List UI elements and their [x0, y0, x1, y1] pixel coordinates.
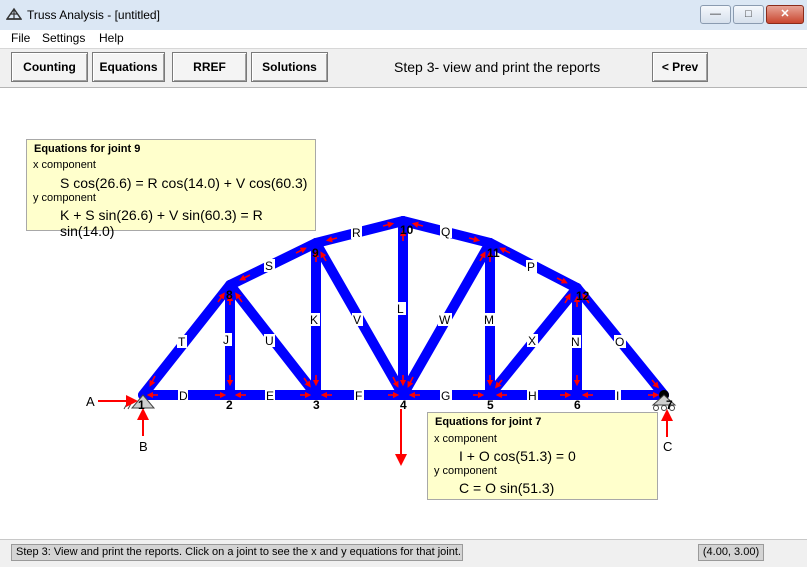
member-label-l: L [397, 302, 404, 316]
joint-label-10[interactable]: 10 [400, 223, 414, 237]
eq9-y-equation: K + S sin(26.6) + V sin(60.3) = R sin(14… [60, 207, 263, 239]
joint-label-3[interactable]: 3 [313, 398, 320, 412]
joint-label-8[interactable]: 8 [226, 288, 233, 302]
equations-button[interactable]: Equations [92, 52, 165, 82]
status-bar: Step 3: View and print the reports. Clic… [0, 539, 807, 567]
member-label-i: I [616, 389, 619, 403]
member-label-w: W [439, 313, 451, 327]
member-label-s: S [265, 259, 273, 273]
minimize-button[interactable]: — [700, 5, 731, 24]
eq7-x-label: x component [434, 433, 497, 445]
member-label-o: O [615, 335, 624, 349]
member-label-d: D [179, 389, 188, 403]
joint-label-5[interactable]: 5 [487, 398, 494, 412]
member-label-x: X [528, 334, 536, 348]
member-label-j: J [223, 333, 229, 347]
member-label-f: F [355, 389, 362, 403]
eq7-x-equation: I + O cos(51.3) = 0 [459, 448, 576, 464]
equations-box-joint-7: Equations for joint 7 x component I + O … [427, 412, 658, 500]
eq7-y-label: y component [434, 465, 497, 477]
member-label-r: R [352, 226, 361, 240]
eq9-x-equation: S cos(26.6) = R cos(14.0) + V cos(60.3) [60, 175, 308, 191]
member-label-v: V [353, 313, 361, 327]
status-message: Step 3: View and print the reports. Clic… [11, 544, 463, 561]
member-label-p: P [527, 260, 535, 274]
toolbar: Counting Equations RREF Solutions Step 3… [0, 48, 807, 88]
rref-button[interactable]: RREF [172, 52, 247, 82]
member-label-k: K [310, 313, 318, 327]
joint-label-7[interactable]: 7 [666, 398, 673, 412]
joint-label-9[interactable]: 9 [312, 246, 319, 260]
force-label-a: A [86, 394, 95, 409]
close-button[interactable]: ✕ [766, 5, 804, 24]
step-label: Step 3- view and print the reports [394, 59, 601, 75]
member-label-h: H [528, 389, 537, 403]
menu-bar: File Settings Help [0, 30, 807, 48]
equations-box-joint-9: Equations for joint 9 x component S cos(… [26, 139, 316, 239]
eq9-title: Equations for joint 9 [34, 143, 141, 155]
maximize-button[interactable]: □ [733, 5, 764, 24]
truss-canvas[interactable]: D E F G H I T J U S K V R L Q W M P X N … [4, 88, 803, 537]
joint-label-6[interactable]: 6 [574, 398, 581, 412]
force-label-c: C [663, 439, 672, 454]
eq9-y-label: y component [33, 192, 96, 204]
joint-label-1[interactable]: 1 [138, 398, 145, 412]
member-label-m: M [484, 313, 494, 327]
menu-file[interactable]: File [11, 31, 30, 45]
app-truss-icon [6, 7, 22, 20]
joint-label-2[interactable]: 2 [226, 398, 233, 412]
joint-label-11[interactable]: 11 [487, 246, 500, 260]
member-label-g: G [441, 389, 450, 403]
member-label-u: U [265, 334, 274, 348]
eq7-title: Equations for joint 7 [435, 416, 542, 428]
window-title: Truss Analysis - [untitled] [27, 8, 160, 22]
menu-settings[interactable]: Settings [42, 31, 85, 45]
eq9-x-label: x component [33, 159, 96, 171]
member-label-t: T [178, 335, 186, 349]
menu-help[interactable]: Help [99, 31, 124, 45]
member-label-e: E [266, 389, 274, 403]
joint-label-4[interactable]: 4 [400, 398, 407, 412]
counting-button[interactable]: Counting [11, 52, 88, 82]
joint-label-12[interactable]: 12 [576, 289, 590, 303]
status-coordinates: (4.00, 3.00) [698, 544, 764, 561]
solutions-button[interactable]: Solutions [251, 52, 328, 82]
force-label-b: B [139, 439, 148, 454]
prev-button[interactable]: < Prev [652, 52, 708, 82]
member-label-n: N [571, 335, 580, 349]
member-label-q: Q [441, 225, 450, 239]
eq7-y-equation: C = O sin(51.3) [459, 480, 555, 496]
title-bar: Truss Analysis - [untitled] — □ ✕ [0, 0, 807, 31]
